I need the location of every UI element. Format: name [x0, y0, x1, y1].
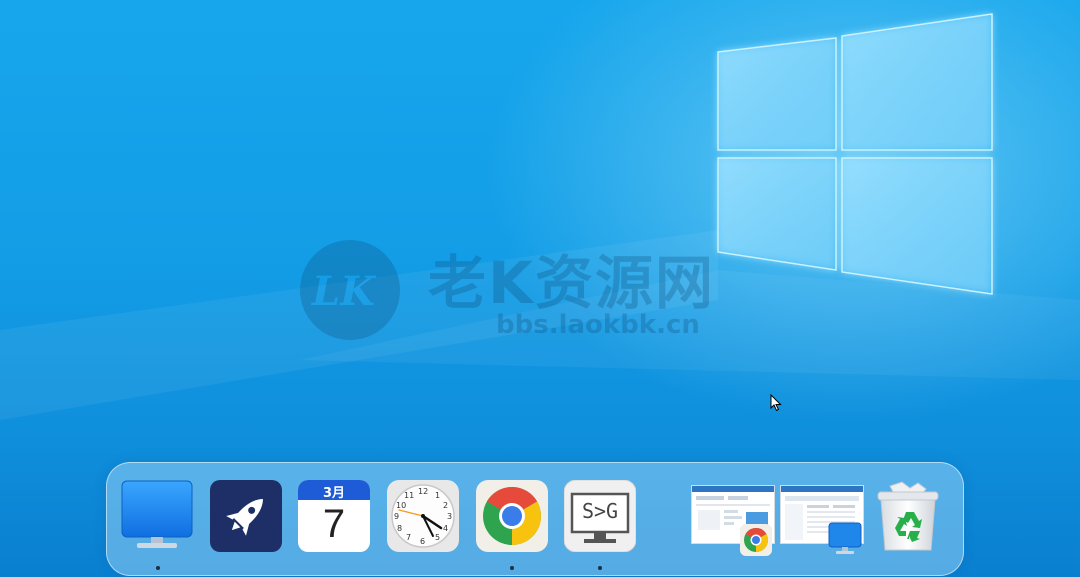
svg-tool-label: S>G [581, 499, 619, 523]
desktop[interactable]: LK 老K资源网 bbs.laokbk.cn 3月 7 12 1 2 3 4 5… [0, 0, 1080, 577]
clock-numeral-4: 4 [443, 524, 449, 533]
clock-numeral-11: 11 [404, 491, 415, 500]
calendar-icon[interactable]: 3月 7 [298, 480, 370, 552]
svg-tool-icon[interactable]: S>G [564, 480, 636, 552]
watermark: LK 老K资源网 bbs.laokbk.cn [300, 232, 760, 352]
this-pc-icon[interactable] [121, 480, 193, 552]
watermark-url: bbs.laokbk.cn [496, 310, 700, 340]
running-indicator [510, 566, 514, 570]
clock-numeral-3: 3 [447, 512, 453, 521]
clock-numeral-10: 10 [396, 501, 407, 510]
calendar-month: 3月 [322, 486, 346, 501]
clock-icon[interactable]: 12 1 2 3 4 5 6 7 8 9 10 11 [387, 480, 459, 552]
running-indicator [156, 566, 160, 570]
calendar-day: 7 [322, 502, 346, 546]
thumbnail-explorer-badge-icon [828, 522, 862, 556]
running-indicator [598, 566, 602, 570]
mouse-cursor-icon [770, 394, 782, 412]
launchpad-rocket-icon[interactable] [210, 480, 282, 552]
clock-numeral-7: 7 [406, 533, 412, 542]
recycle-bin-icon[interactable] [872, 480, 944, 552]
watermark-logo-text: LK [312, 268, 375, 315]
clock-numeral-9: 9 [394, 512, 400, 521]
clock-numeral-2: 2 [443, 501, 449, 510]
clock-numeral-1: 1 [435, 491, 441, 500]
clock-numeral-8: 8 [397, 524, 403, 533]
clock-numeral-5: 5 [435, 533, 441, 542]
clock-numeral-6: 6 [420, 537, 426, 546]
clock-numeral-12: 12 [418, 487, 429, 496]
thumbnail-chrome-badge-icon [740, 524, 772, 556]
watermark-title: 老K资源网 [428, 249, 715, 317]
chrome-icon[interactable] [476, 480, 548, 552]
